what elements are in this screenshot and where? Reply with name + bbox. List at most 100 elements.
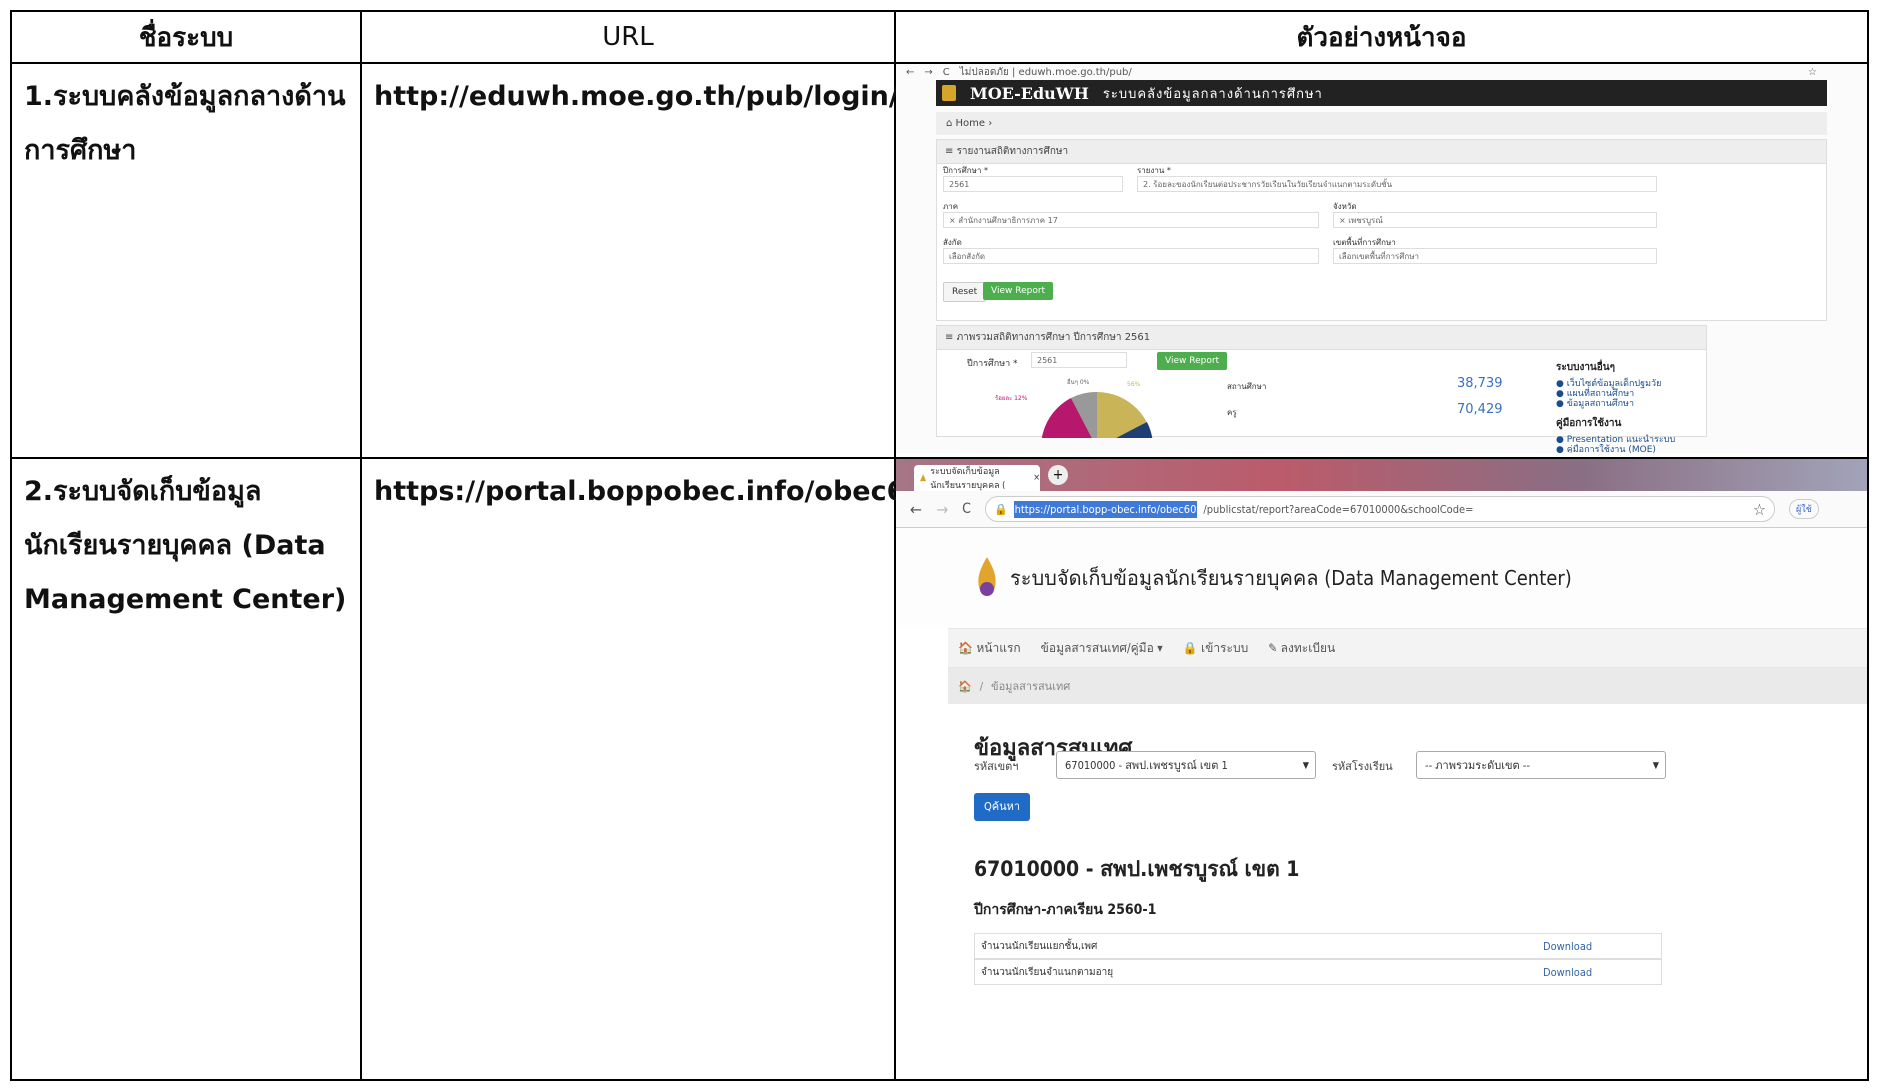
view-report-button[interactable]: View Report — [983, 282, 1054, 300]
pie-chart: ร้อยละ 12% อื่นๆ 0% 56% — [995, 378, 1153, 438]
stat-label: ครู — [1227, 408, 1237, 417]
side-title: คู่มือการใช้งาน — [1556, 418, 1622, 429]
row-label: จำนวนนักเรียนจำแนกตามอายุ — [981, 966, 1114, 978]
tab-label: ระบบจัดเก็บข้อมูลนักเรียนรายบุคคล ( — [930, 467, 1006, 491]
stat-value: 70,429 — [1457, 402, 1503, 417]
download-link[interactable]: Download — [1543, 940, 1592, 953]
reload-icon[interactable]: C — [962, 501, 971, 517]
url-highlight: https://portal.bopp-obec.info/obec60 — [1013, 500, 1198, 518]
overview-year-select[interactable]: 2561 — [1031, 352, 1127, 368]
year-select[interactable]: 2561 — [943, 176, 1123, 192]
table-row: 1.ระบบคลังข้อมูลกลางด้าน การศึกษา http:/… — [10, 62, 1869, 459]
main-nav: 🏠 หน้าแรก ข้อมูลสารสนเทศ/คู่มือ ▾ 🔒 เข้า… — [948, 628, 1867, 668]
close-icon[interactable]: × — [1033, 473, 1040, 483]
area-code-select[interactable]: 67010000 - สพป.เพชรบูรณ์ เขต 1 ▼ — [1056, 751, 1316, 779]
header-screen: ตัวอย่างหน้าจอ — [894, 10, 1869, 64]
site-title: ระบบจัดเก็บข้อมูลนักเรียนรายบุคคล (Data … — [1010, 566, 1572, 590]
brand-name: MOE-EduWH — [970, 83, 1089, 103]
system-url[interactable]: http://eduwh.moe.go.th/pub/login/ — [362, 64, 899, 124]
back-icon: ← — [906, 66, 915, 78]
system-name-line: Management Center) — [24, 584, 347, 615]
logo-icon — [978, 557, 996, 596]
side-link[interactable]: ● ข้อมูลสถานศึกษา — [1556, 396, 1634, 410]
download-link[interactable]: Download — [1543, 966, 1592, 979]
screenshot-dmc: ▲ ระบบจัดเก็บข้อมูลนักเรียนรายบุคคล ( × … — [896, 459, 1867, 1079]
user-chip[interactable]: ผู้ใช้ — [1788, 499, 1819, 519]
table-row: 2.ระบบจัดเก็บข้อมูล นักเรียนรายบุคคล (Da… — [10, 457, 1869, 1081]
breadcrumb: ⌂ Home › — [936, 112, 1827, 135]
header-url: URL — [360, 10, 896, 64]
url-rest: /publicstat/report?areaCode=67010000&sch… — [1203, 502, 1474, 516]
year-term: ปีการศึกษา-ภาคเรียน 2560-1 — [974, 902, 1157, 918]
side-link[interactable]: ● คู่มือการใช้งาน (MOE) — [1556, 442, 1656, 453]
report-panel: ≡ รายงานสถิติทางการศึกษา ปีการศึกษา * 25… — [936, 139, 1827, 321]
area-select[interactable]: เลือกเขตพื้นที่การศึกษา — [1333, 248, 1657, 264]
site-title-bar: MOE-EduWH ระบบคลังข้อมูลกลางด้านการศึกษา — [936, 80, 1827, 106]
side-title: ระบบงานอื่นๆ — [1556, 362, 1615, 373]
browser-address-bar: ← → C ไม่ปลอดภัย | eduwh.moe.go.th/pub/ … — [896, 64, 1867, 80]
lock-icon: 🔒 — [993, 502, 1008, 516]
row-label: จำนวนนักเรียนแยกชั้น,เพศ — [981, 940, 1098, 952]
pie-label: 56% — [1127, 381, 1141, 388]
stat-value: 38,739 — [1457, 376, 1503, 391]
system-name-line: 1.ระบบคลังข้อมูลกลางด้าน — [24, 81, 346, 112]
panel-title: ≡ รายงานสถิติทางการศึกษา — [937, 140, 1826, 164]
area-code-label: รหัสเขตฯ — [974, 760, 1019, 773]
breadcrumb: 🏠 / ข้อมูลสารสนเทศ — [948, 668, 1867, 704]
browser-url-bar: ← → C 🔒 https://portal.bopp-obec.info/ob… — [896, 491, 1867, 528]
stat-label: สถานศึกษา — [1227, 382, 1267, 391]
school-code-label: รหัสโรงเรียน — [1332, 760, 1393, 773]
star-icon: ☆ — [1808, 66, 1817, 78]
header-name: ชื่อระบบ — [10, 10, 362, 64]
province-select[interactable]: × เพชรบูรณ์ — [1333, 212, 1657, 228]
table-row: จำนวนนักเรียนแยกชั้น,เพศ Download — [974, 933, 1662, 959]
search-button[interactable]: Qค้นหา — [974, 793, 1031, 821]
region-select[interactable]: × สำนักงานศึกษาธิการภาค 17 — [943, 212, 1319, 228]
address-text: ไม่ปลอดภัย | eduwh.moe.go.th/pub/ — [959, 66, 1132, 78]
header-row: ชื่อระบบ URL ตัวอย่างหน้าจอ — [10, 10, 1869, 64]
logo-icon — [942, 85, 956, 101]
school-code-select[interactable]: -- ภาพรวมระดับเขต -- ▼ — [1416, 751, 1666, 779]
home-icon[interactable]: 🏠 — [958, 680, 972, 693]
forward-icon: → — [924, 66, 933, 78]
new-tab-icon[interactable]: + — [1048, 465, 1068, 485]
system-name-line: นักเรียนรายบุคคล (Data — [24, 530, 326, 561]
nav-home[interactable]: 🏠 หน้าแรก — [958, 639, 1021, 658]
screenshot-cell: ← → C ไม่ปลอดภัย | eduwh.moe.go.th/pub/ … — [894, 62, 1869, 459]
pie-label: อื่นๆ 0% — [1067, 378, 1090, 386]
home-icon: ⌂ — [946, 118, 956, 129]
nav-info[interactable]: ข้อมูลสารสนเทศ/คู่มือ ▾ — [1041, 639, 1163, 658]
breadcrumb-item: ข้อมูลสารสนเทศ — [991, 680, 1071, 693]
result-title: 67010000 - สพป.เพชรบูรณ์ เขต 1 — [974, 857, 1300, 881]
brand-subtitle: ระบบคลังข้อมูลกลางด้านการศึกษา — [1102, 86, 1323, 102]
nav-login[interactable]: 🔒 เข้าระบบ — [1183, 639, 1249, 658]
system-url-cell: http://eduwh.moe.go.th/pub/login/ — [360, 62, 899, 459]
back-icon[interactable]: ← — [910, 500, 922, 519]
chevron-down-icon: ▼ — [1302, 761, 1309, 771]
system-url[interactable]: https://portal.boppobec.info/obec60 — [362, 459, 924, 519]
forward-icon[interactable]: → — [936, 500, 948, 519]
system-url-cell: https://portal.boppobec.info/obec60 — [360, 457, 924, 1081]
system-name-line: 2.ระบบจัดเก็บข้อมูล — [24, 476, 262, 507]
affiliation-select[interactable]: เลือกสังกัด — [943, 248, 1319, 264]
table-row: จำนวนนักเรียนจำแนกตามอายุ Download — [974, 959, 1662, 985]
overview-view-report-button[interactable]: View Report — [1157, 352, 1228, 370]
browser-tab[interactable]: ▲ ระบบจัดเก็บข้อมูลนักเรียนรายบุคคล ( × — [914, 465, 1040, 491]
system-name-cell: 1.ระบบคลังข้อมูลกลางด้าน การศึกษา — [10, 62, 362, 459]
address-input[interactable]: 🔒 https://portal.bopp-obec.info/obec60/p… — [984, 496, 1775, 522]
system-name-cell: 2.ระบบจัดเก็บข้อมูล นักเรียนรายบุคคล (Da… — [10, 457, 362, 1081]
report-select[interactable]: 2. ร้อยละของนักเรียนต่อประชากรวัยเรียนใน… — [1137, 176, 1657, 192]
browser-tab-bar: ▲ ระบบจัดเก็บข้อมูลนักเรียนรายบุคคล ( × … — [896, 459, 1867, 491]
systems-table: ชื่อระบบ URL ตัวอย่างหน้าจอ 1.ระบบคลังข้… — [10, 10, 1869, 1081]
screenshot-cell: ▲ ระบบจัดเก็บข้อมูลนักเรียนรายบุคคล ( × … — [894, 457, 1869, 1081]
screenshot-eduwh: ← → C ไม่ปลอดภัย | eduwh.moe.go.th/pub/ … — [896, 64, 1867, 453]
breadcrumb-home[interactable]: Home — [956, 118, 986, 129]
reset-button[interactable]: Reset — [943, 282, 987, 302]
nav-register[interactable]: ✎ ลงทะเบียน — [1268, 639, 1335, 658]
overview-year-label: ปีการศึกษา * — [967, 359, 1018, 369]
star-icon[interactable]: ☆ — [1753, 500, 1766, 519]
chevron-down-icon: ▼ — [1652, 761, 1659, 771]
pie-label: ร้อยละ 12% — [995, 395, 1028, 402]
site-header: ระบบจัดเก็บข้อมูลนักเรียนรายบุคคล (Data … — [896, 528, 1867, 628]
system-name-line: การศึกษา — [24, 135, 137, 166]
